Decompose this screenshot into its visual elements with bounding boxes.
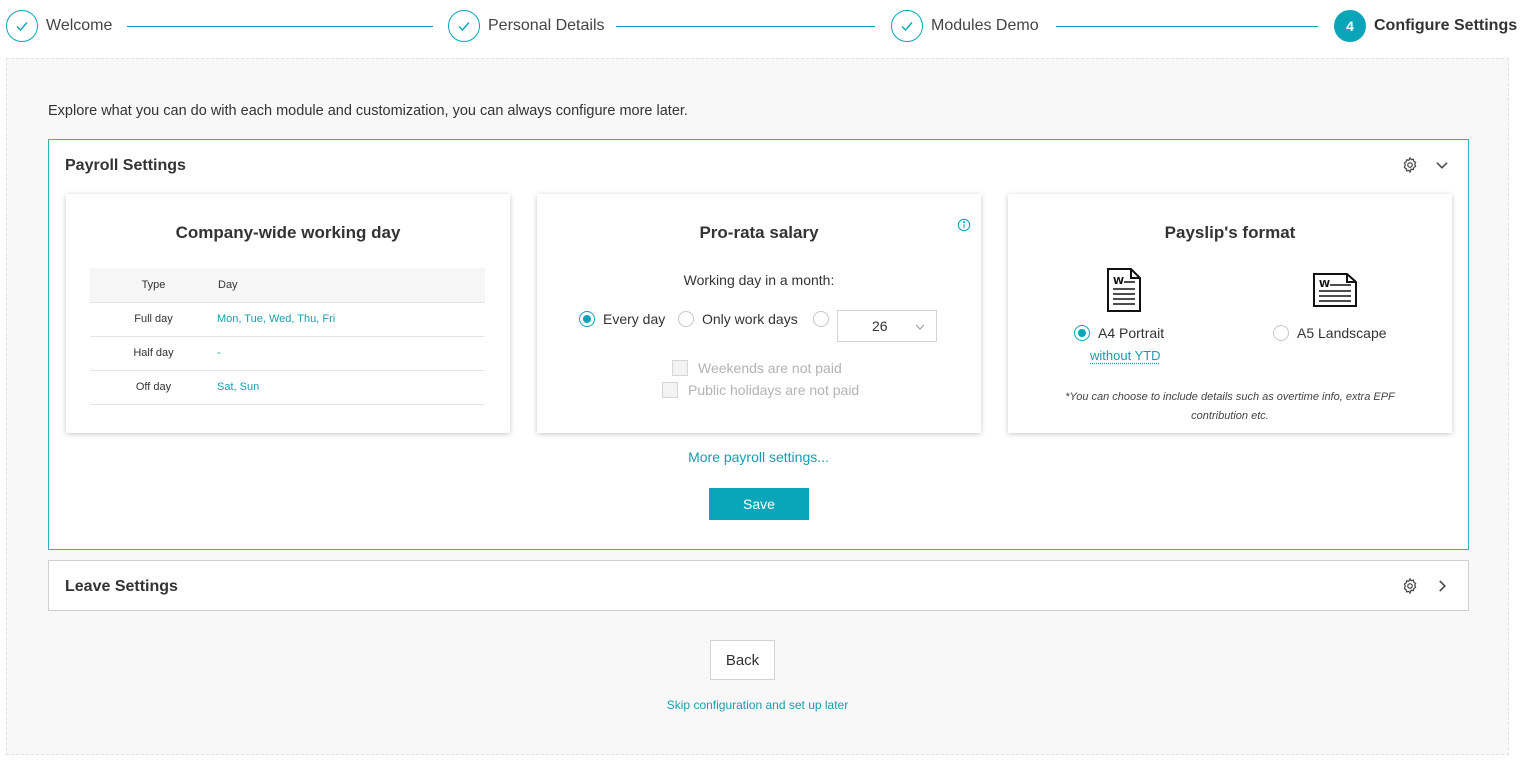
step-connector bbox=[127, 26, 433, 27]
payslip-note: *You can choose to include details such … bbox=[1065, 391, 1395, 422]
panel-title: Leave Settings bbox=[65, 578, 178, 595]
check-icon bbox=[448, 10, 480, 42]
step-modules-demo: Modules Demo bbox=[891, 10, 1039, 42]
table-row: Half day - bbox=[90, 336, 485, 371]
radio-button[interactable] bbox=[813, 311, 829, 327]
skip-configuration-link[interactable]: Skip configuration and set up later bbox=[7, 698, 1508, 712]
select-value: 26 bbox=[872, 318, 888, 334]
step-label: Configure Settings bbox=[1374, 17, 1518, 34]
radio-a4-portrait[interactable]: A4 Portrait bbox=[1074, 325, 1164, 341]
holidays-not-paid-checkbox[interactable]: Public holidays are not paid bbox=[662, 382, 859, 398]
checkbox[interactable] bbox=[662, 382, 678, 398]
cell-day[interactable]: - bbox=[217, 336, 485, 371]
radio-button[interactable] bbox=[1273, 325, 1289, 341]
more-payroll-settings-link[interactable]: More payroll settings... bbox=[49, 449, 1468, 465]
column-header-type: Type bbox=[90, 268, 217, 303]
panel-title: Payroll Settings bbox=[65, 157, 186, 174]
step-personal-details: Personal Details bbox=[448, 10, 605, 42]
radio-button[interactable] bbox=[579, 311, 595, 327]
table-header-row: Type Day bbox=[90, 268, 485, 303]
radio-every-day[interactable]: Every day bbox=[579, 311, 665, 327]
card-title: Company-wide working day bbox=[175, 223, 401, 242]
portrait-document-icon[interactable]: W bbox=[1105, 267, 1143, 313]
radio-label[interactable]: Every day bbox=[603, 311, 665, 327]
cell-type: Off day bbox=[90, 370, 217, 405]
working-day-card: Company-wide working day Type Day Full d… bbox=[66, 194, 510, 433]
leave-settings-panel[interactable]: Leave Settings bbox=[48, 560, 1469, 611]
gear-icon[interactable] bbox=[1400, 155, 1420, 175]
svg-text:W: W bbox=[1113, 276, 1124, 287]
cell-type: Full day bbox=[90, 302, 217, 337]
step-number-badge: 4 bbox=[1334, 10, 1366, 42]
settings-container: Explore what you can do with each module… bbox=[6, 58, 1509, 755]
cell-day[interactable]: Mon, Tue, Wed, Thu, Fri bbox=[217, 302, 485, 337]
back-button[interactable]: Back bbox=[710, 640, 775, 680]
step-configure-settings: 4 Configure Settings bbox=[1334, 10, 1517, 42]
prorata-salary-card: Pro-rata salary Working day in a month: … bbox=[537, 194, 981, 433]
table-row: Full day Mon, Tue, Wed, Thu, Fri bbox=[90, 302, 485, 337]
radio-only-work-days[interactable]: Only work days bbox=[678, 311, 798, 327]
without-ytd-link[interactable]: without YTD bbox=[1090, 348, 1161, 363]
cell-day[interactable]: Sat, Sun bbox=[217, 370, 485, 405]
chevron-down-icon[interactable] bbox=[1432, 155, 1452, 175]
step-label: Modules Demo bbox=[931, 17, 1039, 34]
radio-a5-landscape[interactable]: A5 Landscape bbox=[1273, 325, 1387, 341]
step-connector bbox=[616, 26, 875, 27]
progress-stepper: Welcome Personal Details Modules Demo 4 … bbox=[0, 0, 1531, 52]
weekends-not-paid-checkbox[interactable]: Weekends are not paid bbox=[672, 360, 842, 376]
check-icon bbox=[891, 10, 923, 42]
chevron-right-icon[interactable] bbox=[1432, 576, 1452, 596]
working-day-label: Working day in a month: bbox=[683, 272, 835, 288]
step-label: Welcome bbox=[46, 17, 113, 34]
cell-type: Half day bbox=[90, 336, 217, 371]
intro-text: Explore what you can do with each module… bbox=[48, 103, 688, 119]
step-connector bbox=[1056, 26, 1318, 27]
radio-custom-days[interactable] bbox=[813, 311, 829, 327]
chevron-down-icon bbox=[914, 320, 926, 332]
panel-actions bbox=[1400, 576, 1452, 596]
step-welcome: Welcome bbox=[6, 10, 112, 42]
payslip-format-card: Payslip's format W W A4 Portrait without… bbox=[1008, 194, 1452, 433]
panel-actions bbox=[1400, 155, 1452, 175]
info-icon[interactable] bbox=[957, 218, 971, 232]
radio-button[interactable] bbox=[1074, 325, 1090, 341]
check-icon bbox=[6, 10, 38, 42]
checkbox-label: Public holidays are not paid bbox=[688, 382, 860, 398]
working-day-table: Type Day Full day Mon, Tue, Wed, Thu, Fr… bbox=[90, 268, 485, 405]
save-button[interactable]: Save bbox=[709, 488, 809, 520]
landscape-document-icon[interactable]: W bbox=[1311, 272, 1359, 308]
radio-label[interactable]: A4 Portrait bbox=[1098, 325, 1164, 341]
card-title: Pro-rata salary bbox=[699, 223, 819, 242]
radio-label[interactable]: Only work days bbox=[702, 311, 798, 327]
table-row: Off day Sat, Sun bbox=[90, 370, 485, 405]
svg-text:W: W bbox=[1319, 279, 1330, 290]
payroll-settings-panel: Payroll Settings Company-wide working da… bbox=[48, 139, 1469, 550]
radio-button[interactable] bbox=[678, 311, 694, 327]
custom-days-select[interactable]: 26 bbox=[837, 310, 937, 342]
column-header-day: Day bbox=[217, 268, 485, 303]
card-title: Payslip's format bbox=[1164, 223, 1296, 242]
checkbox[interactable] bbox=[672, 360, 688, 376]
checkbox-label: Weekends are not paid bbox=[698, 360, 842, 376]
gear-icon[interactable] bbox=[1400, 576, 1420, 596]
step-label: Personal Details bbox=[488, 17, 605, 34]
radio-label[interactable]: A5 Landscape bbox=[1297, 325, 1387, 341]
